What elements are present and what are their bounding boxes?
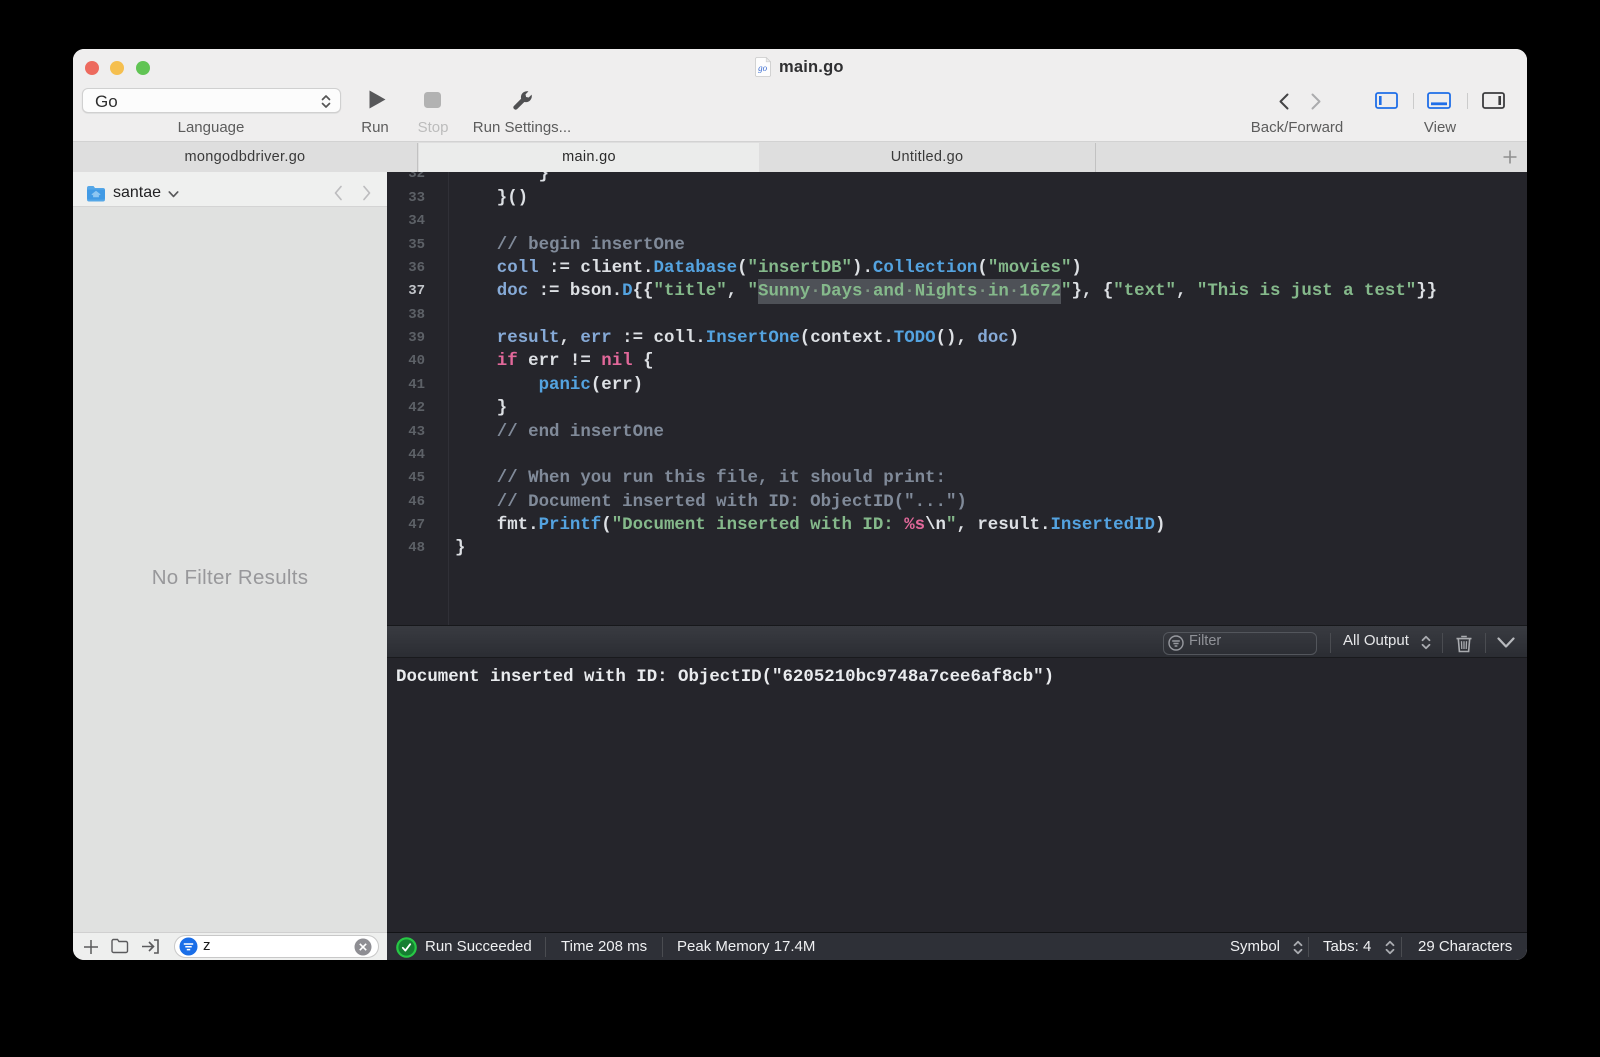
svg-text:go: go [758, 63, 768, 73]
